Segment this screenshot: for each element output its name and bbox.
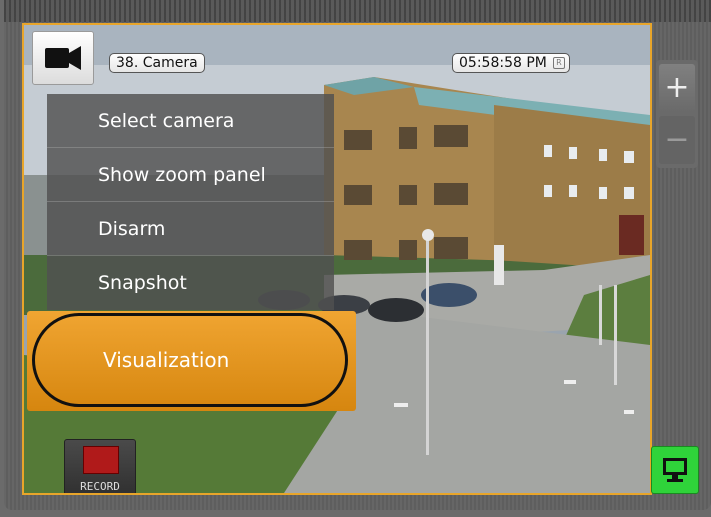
monitor-icon [663,458,687,482]
context-menu: Select camera Show zoom panel Disarm Sna… [47,94,334,310]
timestamp-text: 05:58:58 PM [459,55,547,71]
record-label: RECORD [80,480,120,493]
time-indicator-icon: R [552,57,565,69]
zoom-panel: + − [656,60,698,168]
video-camera-icon [45,46,81,70]
zoom-out-button[interactable]: − [659,116,695,164]
menu-item-disarm[interactable]: Disarm [47,202,334,256]
timestamp-label: 05:58:58 PM R [452,53,570,73]
menu-item-snapshot[interactable]: Snapshot [47,256,334,310]
menu-item-select-camera[interactable]: Select camera [47,94,334,148]
zoom-in-button[interactable]: + [659,64,695,112]
camera-name-label[interactable]: 38. Camera [109,53,205,73]
menu-item-show-zoom-panel[interactable]: Show zoom panel [47,148,334,202]
camera-icon-button[interactable] [32,31,94,85]
top-strip [4,0,711,22]
monitor-button[interactable] [651,446,699,494]
visualization-label: Visualization [103,348,230,372]
record-film-icon [83,446,119,474]
record-button[interactable]: RECORD [64,439,136,493]
menu-item-visualization[interactable]: Visualization [27,311,356,411]
